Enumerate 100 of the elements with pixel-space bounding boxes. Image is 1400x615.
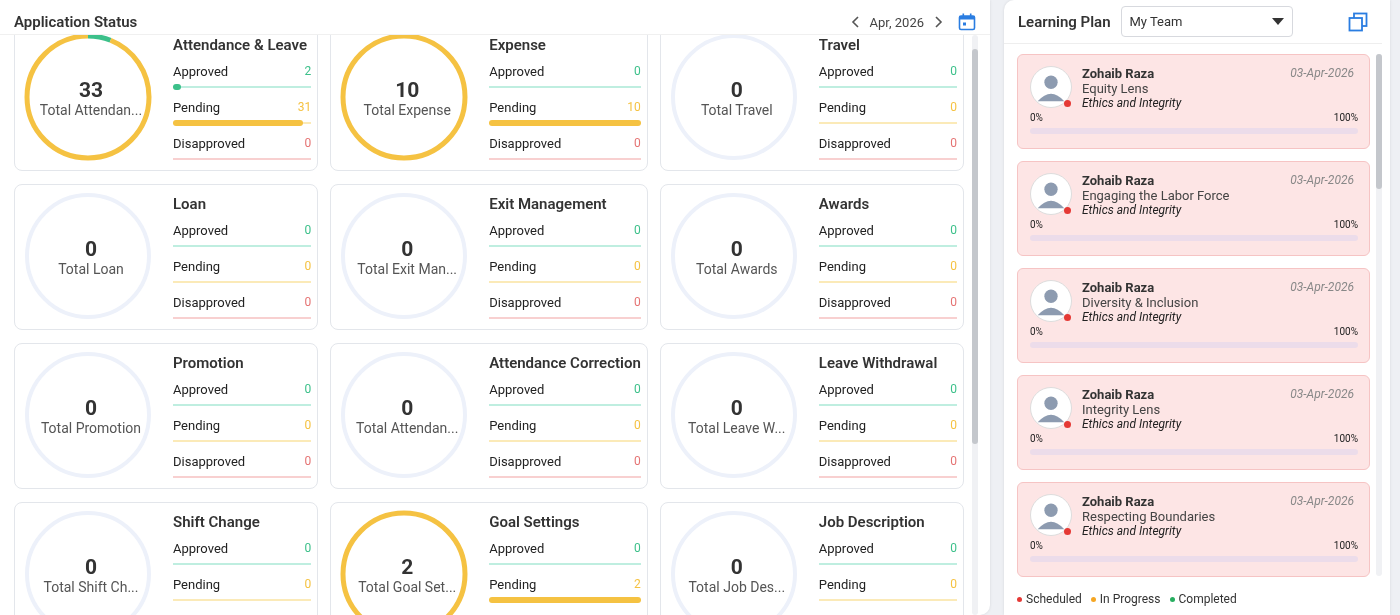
total-count: 10 bbox=[395, 78, 420, 102]
status-label: Approved bbox=[818, 541, 874, 556]
person-name: Zohaib Raza bbox=[1082, 387, 1155, 402]
scrollbar[interactable] bbox=[1376, 54, 1382, 576]
status-count: 0 bbox=[634, 136, 641, 151]
total-count: 0 bbox=[401, 237, 414, 261]
progress-min: 0% bbox=[1030, 326, 1043, 337]
card-title: Travel bbox=[818, 36, 861, 54]
status-label: Pending bbox=[818, 418, 866, 433]
status-count: 0 bbox=[634, 223, 641, 238]
panel-title: Learning Plan bbox=[1018, 12, 1111, 31]
date-label: 03-Apr-2026 bbox=[1290, 387, 1355, 402]
learning-card[interactable]: Zohaib Raza 03-Apr-2026 Equity Lens Ethics and Integrity 0% 100% bbox=[1017, 54, 1370, 149]
windows-icon[interactable] bbox=[1348, 11, 1368, 32]
status-label: Disapproved bbox=[173, 295, 246, 310]
total-label: Total Loan bbox=[58, 261, 124, 277]
progress-max: 100% bbox=[1333, 326, 1358, 337]
team-dropdown[interactable]: My Team bbox=[1120, 6, 1293, 37]
person-name: Zohaib Raza bbox=[1082, 280, 1155, 295]
status-label: Pending bbox=[489, 100, 537, 115]
status-count: 0 bbox=[950, 100, 957, 115]
progress-max: 100% bbox=[1333, 433, 1358, 444]
avatar-icon bbox=[1030, 387, 1072, 429]
status-count: 0 bbox=[950, 454, 957, 469]
card-title: Promotion bbox=[173, 354, 245, 372]
status-label: Approved bbox=[173, 382, 229, 397]
status-label: Disapproved bbox=[489, 295, 562, 310]
status-count: 10 bbox=[627, 100, 641, 115]
total-label: Total Attendan... bbox=[39, 102, 143, 118]
status-label: Pending bbox=[489, 259, 537, 274]
status-label: Pending bbox=[489, 577, 537, 592]
status-count: 0 bbox=[304, 136, 312, 151]
status-count: 0 bbox=[304, 454, 312, 469]
status-label: Approved bbox=[489, 64, 545, 79]
course-category: Ethics and Integrity bbox=[1082, 417, 1183, 432]
status-count: 0 bbox=[304, 382, 312, 397]
learning-card[interactable]: Zohaib Raza 03-Apr-2026 Engaging the Labor Force Ethics and Integrity 0% 100% bbox=[1017, 161, 1370, 256]
total-label: Total Goal Set... bbox=[358, 579, 457, 595]
status-label: Approved bbox=[489, 382, 545, 397]
total-label: Total Promotion bbox=[40, 420, 142, 436]
status-label: Disapproved bbox=[818, 295, 891, 310]
date-label: 03-Apr-2026 bbox=[1290, 494, 1355, 509]
course-title: Equity Lens bbox=[1082, 81, 1150, 96]
status-count: 0 bbox=[634, 295, 641, 310]
card-title: Attendance & Leave bbox=[173, 36, 308, 54]
status-count: 2 bbox=[304, 64, 312, 79]
status-label: Disapproved bbox=[489, 136, 562, 151]
chevron-left-icon[interactable] bbox=[849, 16, 862, 28]
legend-label: Scheduled bbox=[1026, 592, 1082, 606]
total-label: Total Expense bbox=[363, 102, 451, 118]
status-count: 0 bbox=[634, 418, 641, 433]
card-title: Attendance Correction bbox=[489, 354, 641, 372]
status-count: 0 bbox=[304, 295, 312, 310]
total-count: 0 bbox=[730, 396, 743, 420]
status-count: 0 bbox=[304, 223, 312, 238]
status-label: Approved bbox=[818, 64, 874, 79]
status-count: 0 bbox=[950, 382, 957, 397]
calendar-icon[interactable] bbox=[958, 13, 976, 31]
total-label: Total Leave W... bbox=[688, 420, 786, 436]
learning-card[interactable]: Zohaib Raza 03-Apr-2026 Diversity & Inclusion Ethics and Integrity 0% 100% bbox=[1017, 268, 1370, 363]
course-title: Engaging the Labor Force bbox=[1082, 188, 1231, 203]
status-count: 0 bbox=[634, 259, 641, 274]
chevron-right-icon[interactable] bbox=[932, 16, 944, 28]
total-count: 0 bbox=[84, 237, 97, 261]
status-count: 0 bbox=[634, 454, 641, 469]
status-count: 0 bbox=[304, 541, 312, 556]
total-label: Total Attendan... bbox=[356, 420, 459, 436]
status-count: 0 bbox=[950, 295, 957, 310]
learning-card[interactable]: Zohaib Raza 03-Apr-2026 Integrity Lens Ethics and Integrity 0% 100% bbox=[1017, 375, 1370, 470]
total-count: 0 bbox=[84, 396, 98, 420]
status-label: Disapproved bbox=[173, 136, 246, 151]
avatar-icon bbox=[1030, 173, 1072, 215]
total-count: 0 bbox=[401, 396, 414, 420]
date-label: 03-Apr-2026 bbox=[1290, 280, 1355, 295]
status-label: Pending bbox=[173, 100, 221, 115]
status-count: 0 bbox=[950, 541, 957, 556]
progress-min: 0% bbox=[1030, 219, 1043, 230]
learning-card[interactable]: Zohaib Raza 03-Apr-2026 Respecting Boundaries Ethics and Integrity 0% 100% bbox=[1017, 482, 1370, 577]
total-count: 0 bbox=[84, 555, 97, 579]
status-label: Disapproved bbox=[489, 454, 562, 469]
avatar-icon bbox=[1030, 280, 1072, 322]
status-label: Pending bbox=[818, 259, 866, 274]
status-label: Pending bbox=[489, 418, 537, 433]
card-title: Awards bbox=[818, 195, 871, 213]
progress-max: 100% bbox=[1333, 540, 1358, 551]
course-category: Ethics and Integrity bbox=[1082, 524, 1183, 539]
status-count: 0 bbox=[634, 541, 641, 556]
progress-max: 100% bbox=[1333, 112, 1358, 123]
status-count: 0 bbox=[304, 259, 312, 274]
total-label: Total Job Des... bbox=[688, 579, 786, 595]
status-label: Disapproved bbox=[818, 136, 891, 151]
scrollbar[interactable] bbox=[972, 35, 978, 615]
status-label: Approved bbox=[173, 541, 229, 556]
caret-icon bbox=[1271, 18, 1284, 25]
course-category: Ethics and Integrity bbox=[1082, 203, 1183, 218]
legend-label: In Progress bbox=[1099, 592, 1161, 606]
total-label: Total Shift Ch... bbox=[43, 579, 139, 595]
status-count: 0 bbox=[950, 223, 957, 238]
person-name: Zohaib Raza bbox=[1082, 66, 1155, 81]
course-category: Ethics and Integrity bbox=[1082, 310, 1183, 325]
